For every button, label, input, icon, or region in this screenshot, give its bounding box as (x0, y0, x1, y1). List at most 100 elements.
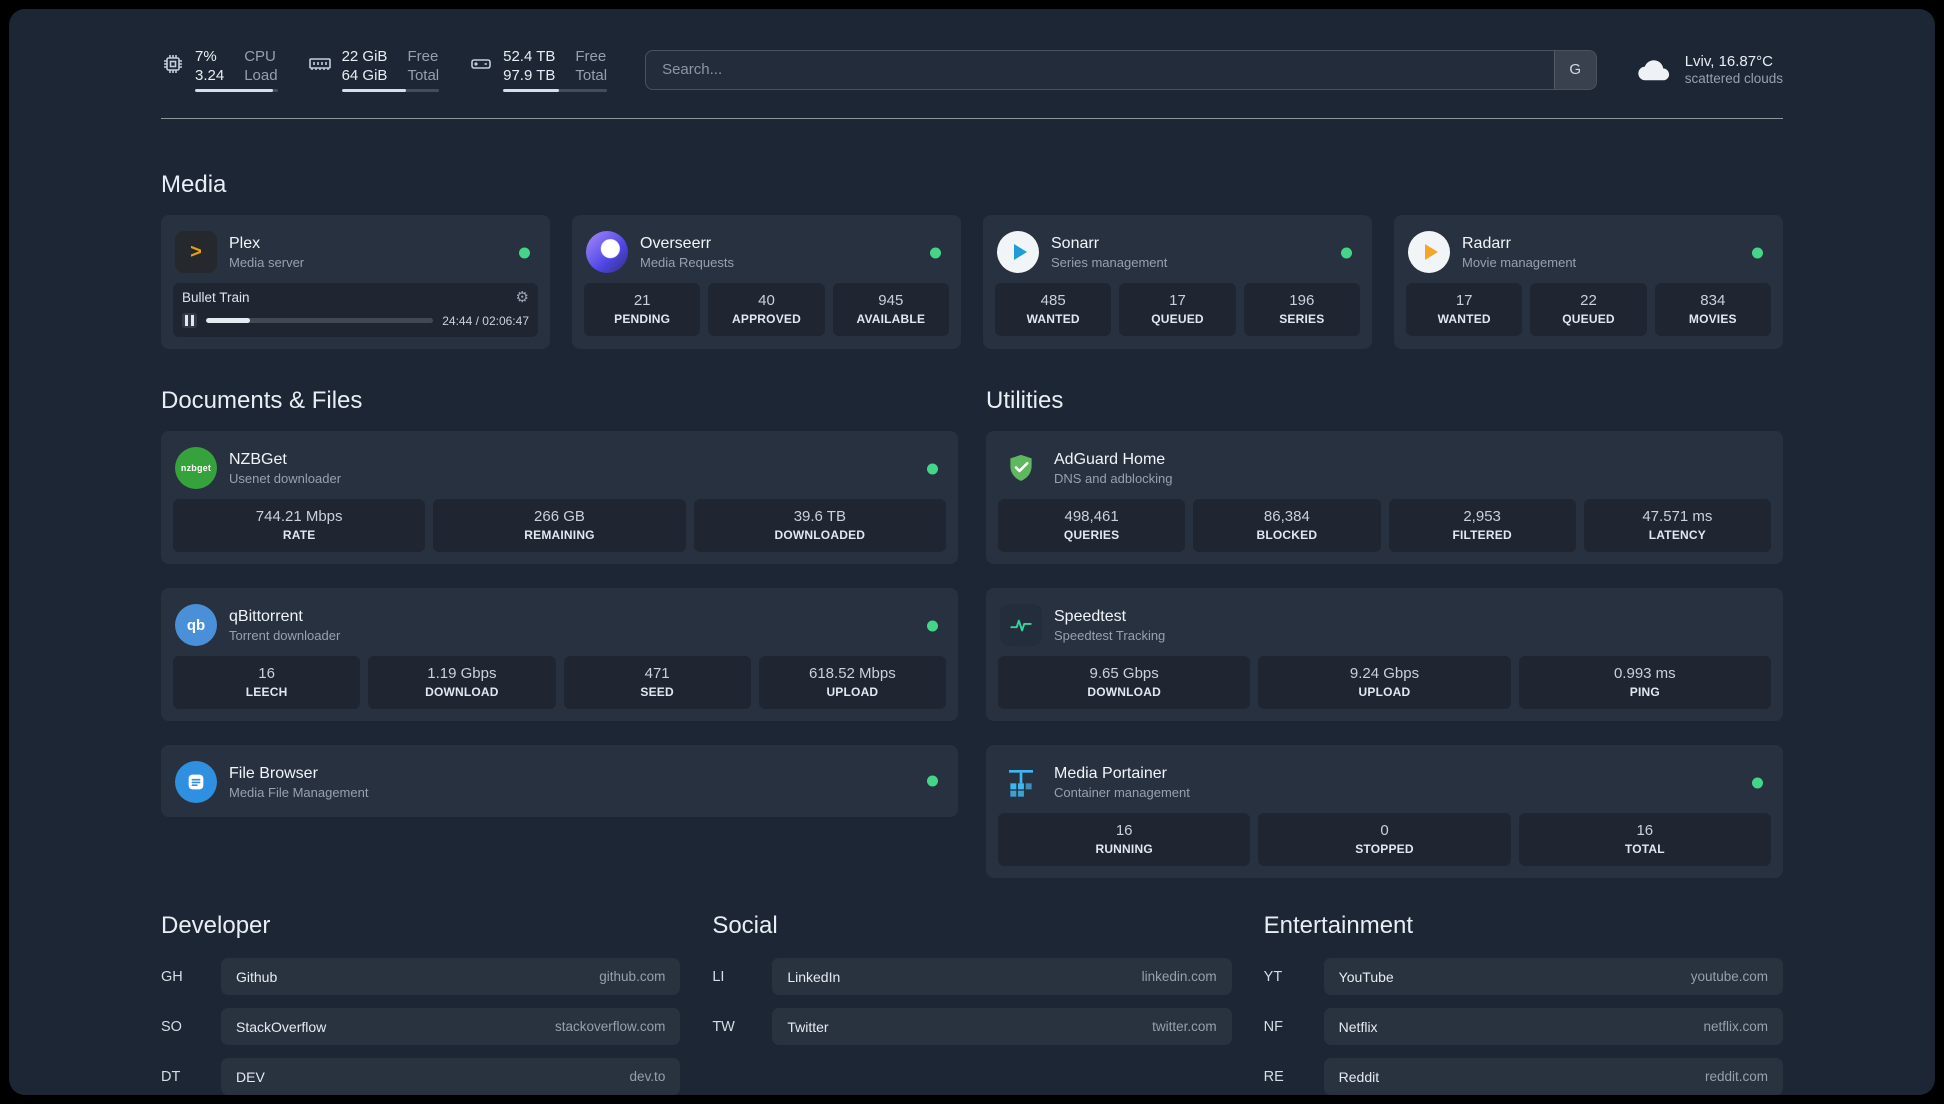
service-name[interactable]: Media Portainer (1054, 765, 1190, 783)
bookmark-name[interactable]: YouTube (1339, 969, 1394, 985)
search-input[interactable] (646, 50, 1554, 89)
service-description: Media File Management (229, 784, 369, 800)
disk-free-value: 52.4 TB (503, 48, 556, 65)
disk-free-label: Free (575, 48, 607, 65)
pause-button[interactable] (182, 313, 197, 328)
bookmark-netflix[interactable]: NF Netflix netflix.com (1264, 1008, 1783, 1045)
bookmark-url: dev.to (629, 1069, 666, 1084)
service-description: Movie management (1462, 254, 1577, 270)
stat-approved: 40 APPROVED (708, 283, 825, 336)
bookmark-url: reddit.com (1704, 1069, 1768, 1084)
service-card-nzbget[interactable]: nzbget NZBGet Usenet downloader 744.21 M… (161, 431, 958, 564)
now-playing-title: Bullet Train (182, 290, 250, 305)
service-description: Torrent downloader (229, 627, 341, 643)
bookmark-name[interactable]: Twitter (787, 1019, 828, 1035)
stat-blocked: 86,384 BLOCKED (1193, 499, 1381, 552)
memory-total-value: 64 GiB (341, 67, 388, 84)
bookmark-name[interactable]: Reddit (1339, 1069, 1379, 1085)
service-card-adguard[interactable]: AdGuard Home DNS and adblocking 498,461 … (986, 431, 1783, 564)
bookmark-twitter[interactable]: TW Twitter twitter.com (712, 1008, 1232, 1045)
topbar: 7% CPU 3.24 Load 22 GiB Free 64 GiB Tota… (161, 9, 1783, 92)
bookmark-stackoverflow[interactable]: SO StackOverflow stackoverflow.com (161, 1008, 681, 1045)
bookmark-url: stackoverflow.com (555, 1019, 666, 1034)
bookmark-abbr: LI (712, 968, 725, 985)
section-title-documents: Documents & Files (161, 387, 363, 414)
service-card-plex[interactable]: > Plex Media server Bullet Train ⚙ 24:44… (161, 215, 550, 349)
bookmark-name[interactable]: DEV (236, 1069, 265, 1085)
service-name[interactable]: NZBGet (229, 451, 341, 469)
bookmark-name[interactable]: StackOverflow (236, 1019, 326, 1035)
sonarr-icon (997, 231, 1039, 273)
service-description: Speedtest Tracking (1054, 627, 1166, 643)
speedtest-icon (1000, 604, 1042, 646)
bookmark-abbr: RE (1263, 1068, 1284, 1085)
portainer-icon (1000, 761, 1042, 803)
service-card-qbittorrent[interactable]: qb qBittorrent Torrent downloader 16 LEE… (161, 588, 958, 721)
service-name[interactable]: AdGuard Home (1054, 451, 1173, 469)
bookmark-url: github.com (599, 969, 666, 984)
cpu-usage-bar (195, 89, 278, 92)
stat-series: 196 SERIES (1243, 283, 1360, 336)
search-bar: G (645, 49, 1597, 90)
service-name[interactable]: qBittorrent (229, 608, 340, 626)
bookmark-dev[interactable]: DT DEV dev.to (161, 1058, 681, 1095)
status-dot (519, 247, 530, 259)
service-name[interactable]: Overseerr (640, 235, 734, 253)
service-description: Media server (229, 254, 305, 270)
stat-download: 9.65 Gbps DOWNLOAD (998, 656, 1251, 709)
utilities-column: Utilities AdGuard Home DNS and adblockin… (986, 349, 1783, 878)
service-card-sonarr[interactable]: Sonarr Series management 485 WANTED 17 Q… (983, 215, 1372, 349)
section-title-social: Social (712, 912, 778, 939)
bookmark-group-social: Social LI LinkedIn linkedin.com TW Twitt… (712, 878, 1232, 1095)
stat-downloaded: 39.6 TB DOWNLOADED (693, 499, 946, 552)
disk-total-label: Total (575, 67, 608, 84)
service-name[interactable]: Radarr (1462, 235, 1576, 253)
status-dot (1752, 777, 1763, 789)
service-description: DNS and adblocking (1054, 470, 1173, 486)
service-description: Series management (1051, 254, 1168, 270)
bookmark-abbr: DT (161, 1068, 181, 1085)
stat-remaining: 266 GB REMAINING (433, 499, 686, 552)
bookmark-github[interactable]: GH Github github.com (161, 958, 681, 995)
topbar-divider (161, 118, 1783, 119)
filebrowser-icon (175, 761, 217, 803)
playback-time: 24:44 / 02:06:47 (442, 313, 529, 328)
bookmark-url: linkedin.com (1141, 969, 1217, 984)
weather-condition: scattered clouds (1684, 71, 1783, 86)
plex-now-playing: Bullet Train 24:44 / 02:06:47 (173, 283, 538, 337)
bookmark-name[interactable]: Netflix (1339, 1019, 1378, 1035)
nzbget-icon: nzbget (175, 447, 217, 489)
disk-total-value: 97.9 TB (503, 67, 556, 84)
bookmark-abbr: TW (712, 1018, 735, 1035)
bookmark-name[interactable]: LinkedIn (787, 969, 840, 985)
gear-icon[interactable] (516, 290, 529, 305)
service-card-radarr[interactable]: Radarr Movie management 17 WANTED 22 QUE… (1394, 215, 1783, 349)
service-name[interactable]: File Browser (229, 765, 368, 783)
search-provider-button[interactable]: G (1553, 50, 1596, 89)
bookmark-reddit[interactable]: RE Reddit reddit.com (1264, 1058, 1783, 1095)
service-card-overseerr[interactable]: Overseerr Media Requests 21 PENDING 40 A… (572, 215, 961, 349)
status-dot (1341, 247, 1352, 259)
service-card-portainer[interactable]: Media Portainer Container management 16 … (986, 745, 1783, 878)
overseerr-icon (586, 231, 628, 273)
status-dot (927, 775, 938, 787)
bookmark-linkedin[interactable]: LI LinkedIn linkedin.com (712, 958, 1232, 995)
stat-available: 945 AVAILABLE (832, 283, 949, 336)
bookmark-youtube[interactable]: YT YouTube youtube.com (1264, 958, 1783, 995)
stat-upload: 618.52 Mbps UPLOAD (758, 656, 946, 709)
service-card-speedtest[interactable]: Speedtest Speedtest Tracking 9.65 Gbps D… (986, 588, 1783, 721)
service-name[interactable]: Speedtest (1054, 608, 1165, 626)
service-card-filebrowser[interactable]: File Browser Media File Management (161, 745, 958, 817)
service-name[interactable]: Sonarr (1051, 235, 1167, 253)
service-description: Usenet downloader (229, 470, 342, 486)
bookmark-url: youtube.com (1690, 969, 1768, 984)
bookmark-group-developer: Developer GH Github github.com SO StackO… (161, 878, 681, 1095)
bookmark-url: twitter.com (1152, 1019, 1217, 1034)
service-description: Media Requests (640, 254, 734, 270)
playback-progress-bar[interactable] (206, 318, 434, 323)
bookmark-name[interactable]: Github (236, 969, 277, 985)
bookmark-group-entertainment: Entertainment YT YouTube youtube.com NF … (1264, 878, 1783, 1095)
memory-usage-bar (341, 89, 440, 92)
service-name[interactable]: Plex (229, 235, 304, 253)
disk-usage-bar (503, 89, 608, 92)
